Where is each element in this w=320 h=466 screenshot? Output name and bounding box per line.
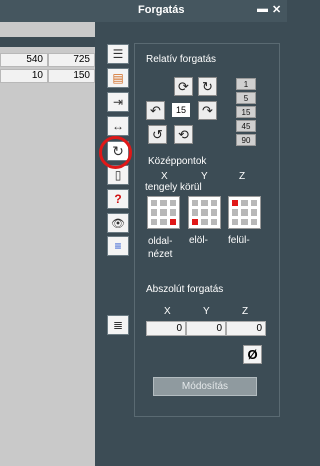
table-cell[interactable]: 540	[0, 53, 48, 67]
align-left-icon[interactable]: ☰	[107, 44, 129, 64]
close-icon[interactable]: ✕	[272, 3, 281, 16]
splitter[interactable]	[95, 22, 103, 466]
abs-y-input[interactable]: 0	[186, 321, 226, 336]
abs-z-label: Z	[242, 306, 249, 317]
step-button[interactable]: 1	[236, 78, 256, 90]
axis-x-label: X	[161, 171, 168, 182]
document-icon[interactable]: ▯	[107, 165, 129, 185]
center-grid-x[interactable]	[147, 196, 180, 229]
center-grid-y[interactable]	[188, 196, 221, 229]
rotate-x-cw-button[interactable]: ⟳	[174, 77, 193, 96]
minimize-icon[interactable]: ▬	[257, 3, 268, 15]
rotate-y-cw-button[interactable]: ↻	[198, 77, 217, 96]
resize-icon[interactable]: ↔	[107, 116, 129, 136]
step-button[interactable]: 90	[236, 134, 256, 146]
rotate-z-cw-button[interactable]: ↷	[198, 101, 217, 120]
window-title: Forgatás	[138, 4, 185, 16]
relative-rotation-title: Relatív forgatás	[146, 54, 217, 65]
step-button[interactable]: 5	[236, 92, 256, 104]
top-view-label: felül-	[228, 235, 250, 246]
list-icon[interactable]: ≣	[107, 315, 129, 335]
rotate-x-ccw-button[interactable]: ⟲	[174, 125, 193, 144]
around-axis-label: tengely körül	[145, 182, 202, 193]
table-cell[interactable]: 150	[48, 69, 95, 83]
rotation-step-value: 15	[172, 103, 190, 117]
reset-rotation-icon[interactable]: Ø	[243, 345, 262, 364]
rotate-icon[interactable]: ↻	[107, 141, 129, 161]
center-grid-z[interactable]	[228, 196, 261, 229]
page-icon[interactable]: ▤	[107, 68, 129, 88]
rotate-y-ccw-button[interactable]: ↺	[148, 125, 167, 144]
axis-z-label: Z	[239, 171, 246, 182]
abs-x-input[interactable]: 0	[146, 321, 186, 336]
color-layers-icon[interactable]: ≡	[107, 236, 129, 256]
axis-y-label: Y	[201, 171, 208, 182]
centers-title: Középpontok	[148, 156, 207, 167]
move-right-icon[interactable]: ⇥	[107, 92, 129, 112]
rotate-z-ccw-button[interactable]: ↶	[146, 101, 165, 120]
spreadsheet-area	[0, 22, 95, 466]
table-cell[interactable]: 10	[0, 69, 48, 83]
side-view-label: oldal- nézet	[148, 236, 173, 260]
step-button[interactable]: 45	[236, 120, 256, 132]
absolute-rotation-title: Abszolút forgatás	[146, 284, 224, 295]
title-bar: Forgatás ▬ ✕	[0, 0, 287, 22]
table-cell[interactable]: 725	[48, 53, 95, 67]
help-flip-icon[interactable]: ?	[107, 189, 129, 209]
eye-icon[interactable]: 👁	[107, 213, 129, 233]
apply-button[interactable]: Módosítás	[153, 377, 257, 396]
sheet-header-strip	[0, 37, 95, 47]
front-view-label: elöl-	[189, 235, 208, 246]
abs-x-label: X	[164, 306, 171, 317]
step-button[interactable]: 15	[236, 106, 256, 118]
abs-z-input[interactable]: 0	[226, 321, 266, 336]
abs-y-label: Y	[203, 306, 210, 317]
